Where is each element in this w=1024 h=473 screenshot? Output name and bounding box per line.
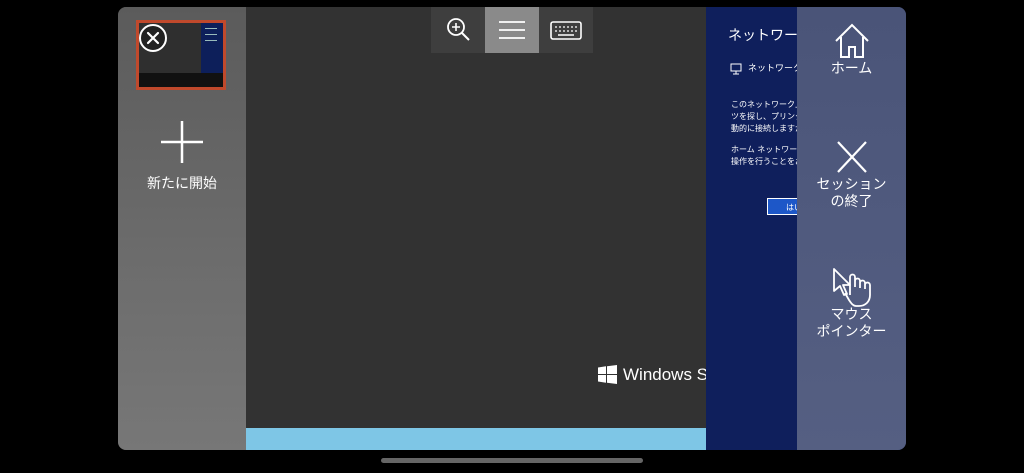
windows-server-text: Windows Se	[623, 365, 718, 384]
top-toolbar	[431, 7, 593, 53]
close-icon	[836, 141, 867, 173]
keyboard-icon	[550, 21, 582, 40]
mouse-pointer-button[interactable]: マウス ポインター	[797, 265, 906, 341]
end-session-label-2: の終了	[830, 194, 873, 210]
zoom-in-icon	[447, 18, 470, 41]
plus-icon	[161, 121, 203, 163]
end-session-button[interactable]: セッション の終了	[797, 139, 906, 211]
remote-taskbar[interactable]	[246, 428, 706, 450]
session-sidebar: 新たに開始	[118, 7, 246, 450]
app-frame: 新たに開始 Windows Se ネットワーク ネットワーク このネットワーク上…	[118, 7, 906, 450]
menu-button[interactable]	[485, 7, 539, 53]
network-item[interactable]: ネットワーク	[730, 61, 802, 75]
mouse-label-2: ポインター	[816, 324, 887, 340]
zoom-button[interactable]	[431, 7, 485, 53]
network-icon	[730, 63, 742, 74]
remote-desktop-view[interactable]: Windows Se	[246, 7, 717, 450]
close-session-icon[interactable]	[139, 24, 167, 52]
hamburger-menu-icon	[499, 21, 525, 39]
home-icon	[834, 23, 869, 58]
network-item-label: ネットワーク	[748, 64, 803, 74]
home-label: ホーム	[830, 61, 873, 77]
home-button[interactable]: ホーム	[797, 21, 906, 78]
home-indicator[interactable]	[381, 458, 643, 463]
keyboard-button[interactable]	[539, 7, 593, 53]
windows-logo-icon	[598, 365, 617, 384]
new-session-label: 新たに開始	[147, 176, 217, 192]
mouse-label-1: マウス	[830, 307, 873, 323]
side-menu: ホーム セッション の終了 マウス ポインター	[797, 7, 906, 450]
hand-pointer-icon	[832, 268, 871, 307]
new-session-button[interactable]: 新たに開始	[118, 119, 246, 193]
end-session-label-1: セッション	[816, 177, 887, 193]
